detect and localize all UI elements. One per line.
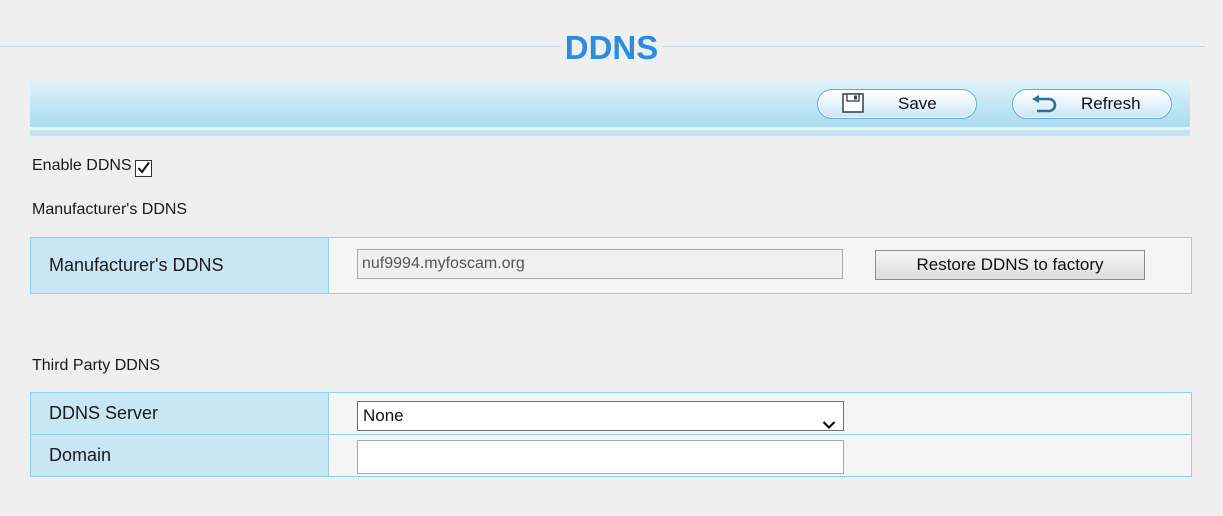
toolbar: Save Refresh (30, 80, 1190, 127)
enable-ddns-label: Enable DDNS (32, 156, 132, 174)
save-icon (842, 93, 864, 118)
manufacturer-ddns-field[interactable]: nuf9994.myfoscam.org (357, 249, 843, 279)
ddns-server-select[interactable]: None (357, 401, 844, 431)
manufacturer-ddns-label: Manufacturer's DDNS (30, 237, 329, 294)
table-row: Manufacturer's DDNS nuf9994.myfoscam.org… (30, 237, 1192, 294)
ddns-server-selected-value: None (363, 406, 404, 425)
checkmark-icon (137, 161, 150, 174)
enable-ddns-checkbox[interactable] (134, 160, 152, 177)
manufacturer-ddns-table: Manufacturer's DDNS nuf9994.myfoscam.org… (30, 237, 1192, 294)
restore-ddns-button[interactable]: Restore DDNS to factory (875, 250, 1145, 280)
ddns-server-value-cell: None (328, 392, 1192, 435)
third-party-ddns-heading: Third Party DDNS (32, 357, 161, 374)
toolbar-underline (30, 130, 1190, 136)
domain-label: Domain (30, 434, 329, 477)
manufacturer-ddns-heading: Manufacturer's DDNS (32, 201, 188, 218)
save-button[interactable]: Save (817, 89, 977, 119)
domain-value-cell (328, 434, 1192, 477)
page-title: DDNS (0, 29, 1223, 67)
enable-ddns-row: Enable DDNS (32, 154, 152, 177)
domain-input[interactable] (357, 440, 844, 474)
save-button-label: Save (898, 94, 937, 113)
manufacturer-ddns-value-cell: nuf9994.myfoscam.org Restore DDNS to fac… (328, 237, 1192, 294)
ddns-server-label: DDNS Server (30, 392, 329, 435)
table-row: DDNS Server None (30, 392, 1192, 435)
table-row: Domain (30, 434, 1192, 477)
refresh-icon (1029, 95, 1059, 120)
refresh-button[interactable]: Refresh (1012, 89, 1172, 119)
refresh-button-label: Refresh (1081, 94, 1141, 113)
third-party-ddns-table: DDNS Server None Domain (30, 392, 1192, 477)
